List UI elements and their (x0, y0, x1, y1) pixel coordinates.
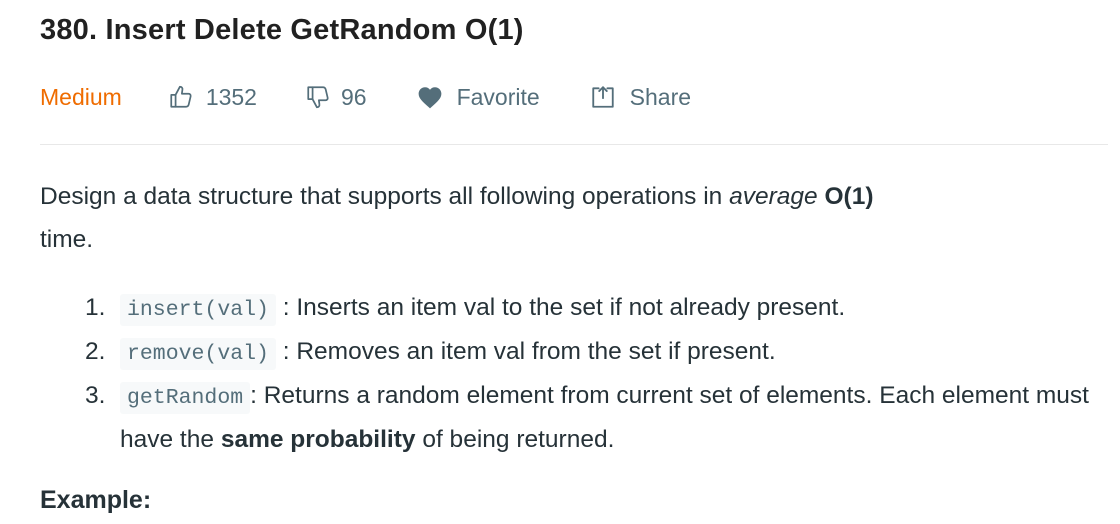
problem-title: 380. Insert Delete GetRandom O(1) (40, 14, 524, 46)
dislike-count: 96 (340, 83, 367, 110)
share-button[interactable]: Share (590, 84, 691, 111)
inline-code: remove(val) (120, 338, 276, 370)
operation-description: : Inserts an item val to the set if not … (282, 294, 846, 321)
complexity-text: O(1) (824, 183, 874, 210)
list-number: 2. (85, 338, 106, 365)
thumbs-down-icon (307, 86, 329, 109)
share-label: Share (629, 83, 692, 110)
operation-description: : Removes an item val from the set if pr… (282, 338, 776, 365)
list-number: 3. (85, 382, 106, 409)
inline-code: getRandom (120, 382, 251, 414)
heart-icon (418, 87, 441, 109)
difficulty-badge: Medium (40, 83, 122, 110)
favorite-label: Favorite (456, 83, 540, 110)
dislike-button[interactable]: 96 (305, 84, 367, 111)
problem-description: Design a data structure that supports al… (40, 175, 1090, 261)
favorite-button[interactable]: Favorite (417, 84, 540, 111)
operations-list: 1. insert(val) : Inserts an item val to t… (40, 287, 1108, 461)
list-item: 2. remove(val) : Removes an item val from… (40, 331, 1108, 375)
example-heading: Example: (40, 486, 152, 514)
problem-meta-bar: Medium 1352 96 Favorite Share (40, 80, 691, 114)
emphasis-text: same probability (220, 426, 416, 453)
thumbs-up-icon (170, 85, 192, 108)
operation-description-end: of being returned. (415, 426, 615, 453)
list-item: 3. getRandom: Returns a random element fr… (40, 375, 1108, 461)
like-button[interactable]: 1352 (168, 84, 257, 111)
like-count: 1352 (205, 83, 257, 110)
description-emphasis: average (729, 183, 818, 210)
list-item: 1. insert(val) : Inserts an item val to t… (40, 287, 1108, 331)
share-icon (592, 86, 614, 108)
description-text-end: time. (40, 226, 94, 253)
header-divider (40, 144, 1108, 145)
inline-code: insert(val) (120, 294, 276, 326)
description-text: Design a data structure that supports al… (40, 183, 730, 210)
list-number: 1. (85, 294, 106, 321)
